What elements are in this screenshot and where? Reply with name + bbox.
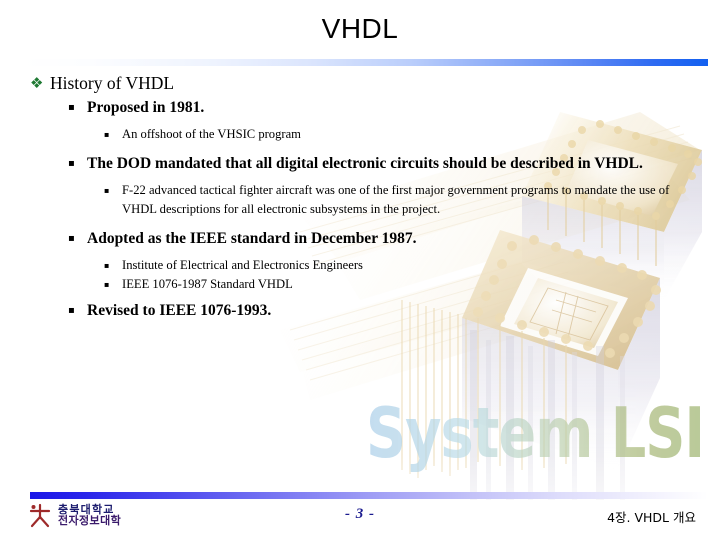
outline-item-level3: ▪ IEEE 1076-1987 Standard VHDL	[0, 275, 720, 294]
dot-bullet-icon: ▪	[104, 261, 110, 270]
outline-text: Proposed in 1981.	[87, 99, 205, 116]
chapter-label: 4장. VHDL 개요	[607, 510, 696, 525]
outline-item-level3: ▪ F-22 advanced tactical fighter aircraf…	[0, 181, 720, 219]
outline-item-level2: ▪ Proposed in 1981.	[0, 96, 720, 119]
outline-text: History of VHDL	[50, 73, 175, 93]
slide-footer: 충북대학교 전자정보대학 - 3 - 4장. VHDL 개요	[0, 500, 720, 540]
vertical-streaks	[470, 330, 625, 500]
square-bullet-icon: ▪	[68, 102, 75, 113]
outline-text: F-22 advanced tactical fighter aircraft …	[122, 183, 670, 216]
dot-bullet-icon: ▪	[104, 130, 110, 139]
square-bullet-icon: ▪	[68, 305, 75, 316]
header-divider	[22, 59, 708, 66]
outline-item-level2: ▪ The DOD mandated that all digital elec…	[0, 152, 720, 175]
outline-text: Revised to IEEE 1076-1993.	[87, 302, 272, 319]
square-bullet-icon: ▪	[68, 158, 75, 169]
square-bullet-icon: ▪	[68, 233, 75, 244]
dot-bullet-icon: ▪	[104, 280, 110, 289]
outline-text: The DOD mandated that all digital electr…	[87, 155, 643, 172]
outline-item-level3: ▪ Institute of Electrical and Electronic…	[0, 256, 720, 275]
outline-text: Adopted as the IEEE standard in December…	[87, 230, 417, 247]
dot-bullet-icon: ▪	[104, 186, 110, 195]
outline-item-level2: ▪ Adopted as the IEEE standard in Decemb…	[0, 227, 720, 250]
outline-text: An offshoot of the VHSIC program	[122, 127, 301, 141]
diamond-bullet-icon: ❖	[30, 74, 44, 92]
outline-item-level3: ▪ An offshoot of the VHSIC program	[0, 125, 720, 144]
slide-canvas: System LSI VHDL ❖ History of VHDL ▪ Prop…	[0, 0, 720, 540]
outline-item-level2: ▪ Revised to IEEE 1076-1993.	[0, 299, 720, 322]
slide-content: ❖ History of VHDL ▪ Proposed in 1981. ▪ …	[0, 71, 720, 323]
outline-item-level1: ❖ History of VHDL	[0, 71, 720, 95]
outline-text: Institute of Electrical and Electronics …	[122, 258, 363, 272]
system-lsi-watermark: System LSI	[366, 393, 704, 474]
page-title: VHDL	[321, 13, 399, 44]
outline-text: IEEE 1076-1987 Standard VHDL	[122, 277, 293, 291]
footer-divider	[30, 492, 708, 499]
